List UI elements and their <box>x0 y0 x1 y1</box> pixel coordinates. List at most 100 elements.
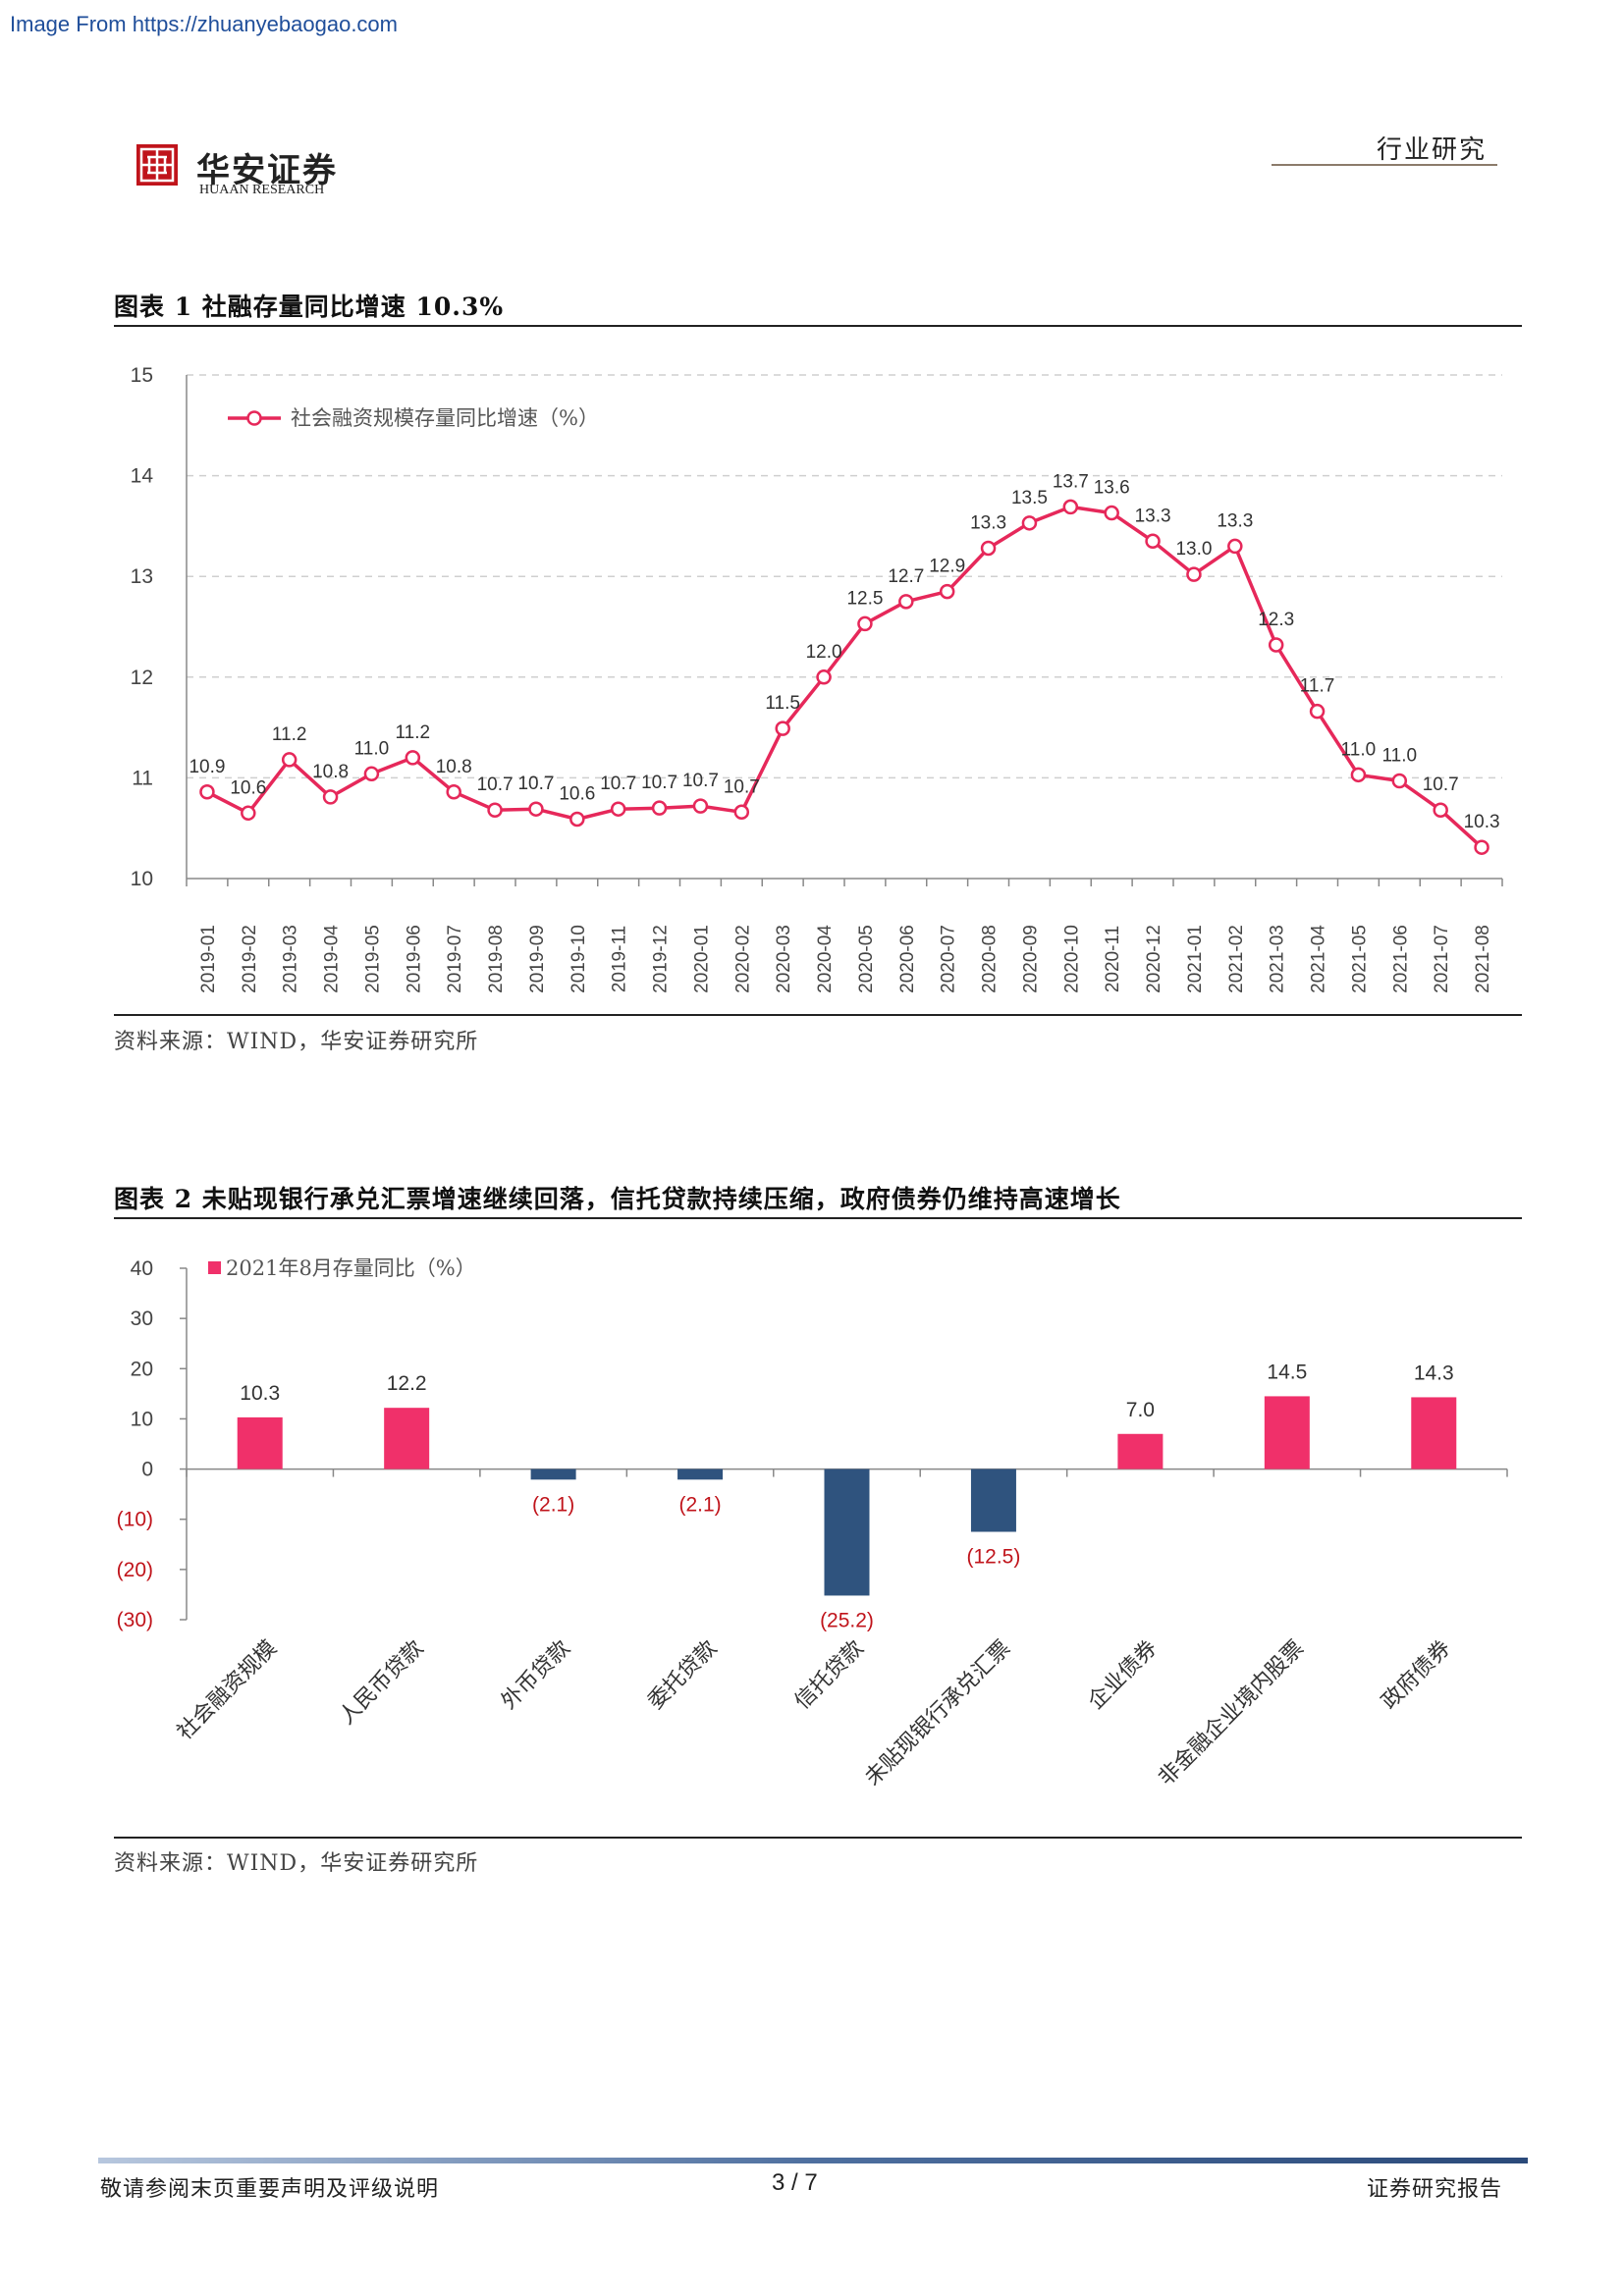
data-label: 10.6 <box>559 783 595 804</box>
bar-value-label: 7.0 <box>1126 1399 1155 1421</box>
x-tick-label: 2019-01 <box>198 925 219 993</box>
y-tick-label: 12 <box>131 667 153 689</box>
x-tick-label: 2019-12 <box>651 925 672 993</box>
data-label: 10.8 <box>436 757 472 777</box>
data-point <box>1268 637 1284 653</box>
bar-value-label: 14.3 <box>1414 1362 1454 1384</box>
data-point <box>733 804 750 821</box>
figure1-bottom-rule <box>114 1014 1522 1016</box>
data-label: 10.7 <box>600 774 636 794</box>
y-tick-label: 0 <box>141 1459 153 1481</box>
data-label: 12.5 <box>846 588 883 609</box>
data-point <box>610 801 626 817</box>
x-tick-label: 2019-08 <box>486 925 507 993</box>
x-tick-label: 2019-10 <box>568 925 589 993</box>
x-tick-label: 2021-03 <box>1268 925 1288 993</box>
x-tick-label: 2020-06 <box>897 925 918 993</box>
x-tick-label: 2020-10 <box>1061 925 1082 993</box>
data-label: 10.7 <box>517 774 554 794</box>
data-label: 11.5 <box>765 693 800 714</box>
x-tick-label: 2020-07 <box>939 925 959 993</box>
data-point <box>1062 499 1079 515</box>
category-label: 委托贷款 <box>643 1636 722 1715</box>
figure1-line-chart: 15 14 13 12 11 10 2019-01 2019-02 2019-03 2019-04… <box>131 364 1503 993</box>
data-label: 10.7 <box>641 773 677 793</box>
data-point <box>405 750 421 766</box>
data-label: 11.0 <box>1341 739 1377 760</box>
page-number: 3 / 7 <box>772 2169 818 2196</box>
x-tick-label: 2021-05 <box>1349 925 1370 993</box>
legend-label: 社会融资规模存量同比增速（%） <box>291 406 599 430</box>
header-divider <box>1272 164 1497 166</box>
data-point <box>939 583 955 600</box>
x-tick-label: 2020-12 <box>1144 925 1164 993</box>
data-point <box>322 789 339 805</box>
category-label: 未贴现银行承兑汇票 <box>860 1636 1015 1791</box>
x-tick-label: 2020-01 <box>691 925 712 993</box>
data-label: 13.3 <box>1135 506 1171 526</box>
category-label: 信托贷款 <box>790 1636 869 1715</box>
data-label: 13.6 <box>1094 478 1130 499</box>
data-point <box>1391 773 1408 789</box>
watermark-text: Image From https://zhuanyebaogao.com <box>10 12 398 36</box>
x-tick-label: 2019-02 <box>240 925 260 993</box>
bar-value-label: (2.1) <box>532 1493 574 1516</box>
data-label: 10.7 <box>682 771 719 791</box>
data-label: 11.7 <box>1300 676 1335 697</box>
figure2-bar-chart: 40 30 20 10 0 (10) (20) (30) 10.3 12.2 (2.1) (2.1) (… <box>117 1256 1508 1791</box>
figure1-title: 图表 1 社融存量同比增速 10.3% <box>114 293 505 321</box>
data-label: 10.9 <box>189 757 225 777</box>
x-tick-label: 2019-05 <box>362 925 383 993</box>
footer-disclaimer: 敬请参阅末页重要声明及评级说明 <box>100 2177 440 2202</box>
bar <box>824 1468 870 1596</box>
bar <box>677 1468 724 1480</box>
x-tick-label: 2021-06 <box>1390 925 1411 993</box>
x-tick-label: 2019-03 <box>281 925 301 993</box>
data-point <box>1227 538 1243 555</box>
bar <box>970 1468 1016 1532</box>
x-tick-label: 2019-04 <box>322 925 343 993</box>
data-label: 10.8 <box>312 762 349 782</box>
data-point <box>363 766 380 782</box>
figure2-top-rule <box>114 1217 1522 1219</box>
footer-divider <box>98 2158 1528 2163</box>
x-tick-label: 2020-05 <box>856 925 877 993</box>
huaan-logo-icon <box>135 143 179 187</box>
data-label: 11.2 <box>272 724 307 745</box>
x-tick-label: 2020-04 <box>815 925 836 993</box>
data-point <box>816 669 832 685</box>
data-label: 10.3 <box>1464 812 1500 832</box>
figure2-source: 资料来源：WIND，华安证券研究所 <box>114 1851 479 1876</box>
bar <box>1117 1433 1164 1469</box>
x-tick-label: 2019-09 <box>527 925 548 993</box>
x-tick-label: 2021-07 <box>1432 925 1452 993</box>
bar-value-label: (2.1) <box>678 1493 721 1516</box>
bar-value-label: 14.5 <box>1267 1361 1307 1383</box>
category-label: 社会融资规模 <box>173 1636 282 1745</box>
data-point <box>241 805 256 822</box>
data-label: 12.7 <box>888 566 924 587</box>
bar-value-label: 12.2 <box>387 1372 427 1395</box>
category-label: 外币贷款 <box>497 1636 575 1715</box>
data-label: 10.7 <box>477 774 514 795</box>
y-tick-label: 15 <box>131 364 153 387</box>
bar <box>1264 1396 1310 1469</box>
data-point <box>898 594 914 610</box>
data-label: 12.9 <box>929 557 965 577</box>
bar <box>1411 1397 1457 1469</box>
bar <box>237 1416 283 1469</box>
data-point <box>857 615 873 632</box>
data-label: 13.7 <box>1053 471 1089 492</box>
category-label: 政府债券 <box>1378 1636 1456 1715</box>
data-point <box>1474 839 1489 855</box>
x-tick-label: 2020-11 <box>1103 926 1123 992</box>
x-tick-label: 2020-03 <box>774 925 794 993</box>
figure2-title: 图表 2 未贴现银行承兑汇票增速继续回落，信托贷款持续压缩，政府债券仍维持高速增… <box>114 1185 1121 1213</box>
x-tick-label: 2021-01 <box>1185 925 1206 993</box>
x-tick-label: 2019-07 <box>445 925 465 993</box>
data-point <box>569 811 585 828</box>
y-tick-label: 20 <box>131 1358 153 1380</box>
data-point <box>692 798 709 814</box>
footer-report-type: 证券研究报告 <box>1366 2177 1502 2202</box>
y-tick-label: 10 <box>131 1408 153 1430</box>
